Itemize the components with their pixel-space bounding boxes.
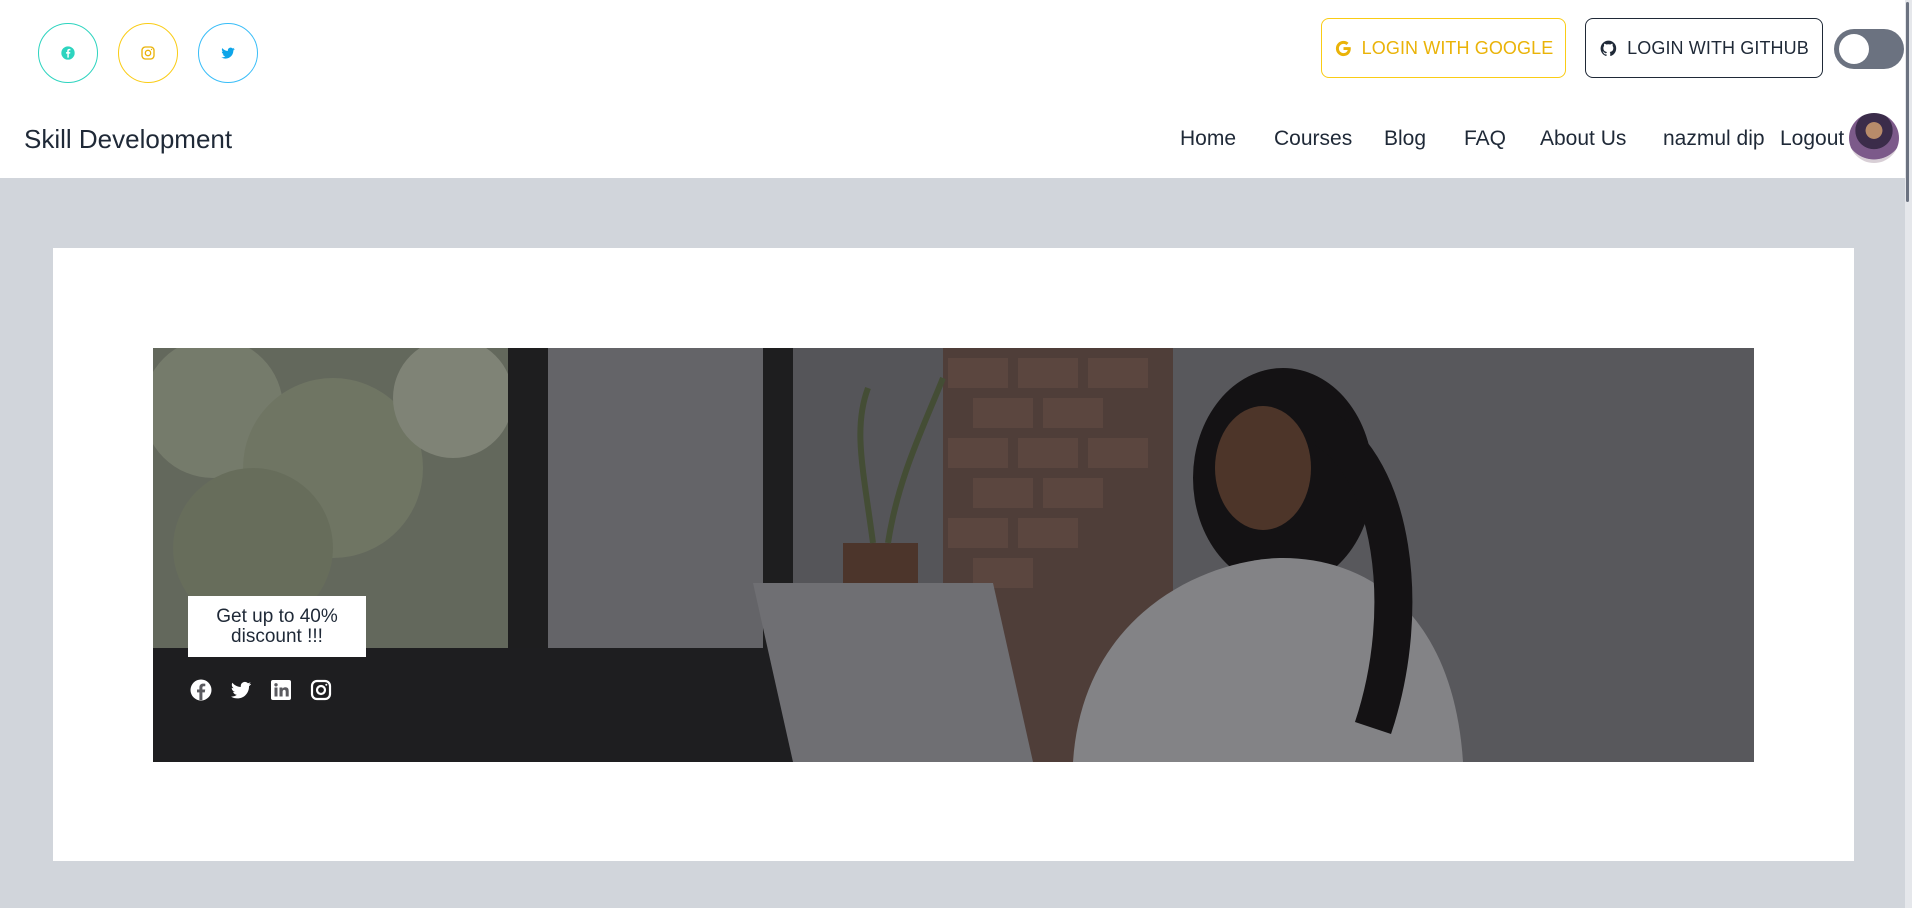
login-google-label: LOGIN WITH GOOGLE bbox=[1361, 37, 1554, 58]
user-name: nazmul dip bbox=[1663, 127, 1765, 150]
hero-banner: Get up to 40% discount !!! bbox=[153, 348, 1754, 762]
discount-badge: Get up to 40% discount !!! bbox=[188, 596, 366, 657]
nav-blog[interactable]: Blog bbox=[1384, 127, 1426, 151]
nav-courses[interactable]: Courses bbox=[1274, 127, 1352, 151]
linkedin-icon bbox=[271, 680, 291, 700]
instagram-icon bbox=[141, 46, 155, 60]
facebook-icon bbox=[190, 679, 212, 701]
nav-faq[interactable]: FAQ bbox=[1464, 127, 1506, 151]
facebook-icon bbox=[61, 46, 75, 60]
avatar[interactable] bbox=[1849, 113, 1899, 163]
banner-instagram-link[interactable] bbox=[309, 678, 333, 702]
site-header: LOGIN WITH GOOGLE LOGIN WITH GITHUB Skil… bbox=[0, 0, 1912, 178]
login-github-button[interactable]: LOGIN WITH GITHUB bbox=[1585, 18, 1823, 78]
nav-about-us[interactable]: About Us bbox=[1540, 127, 1626, 151]
toggle-knob bbox=[1839, 34, 1869, 64]
instagram-icon bbox=[310, 679, 332, 701]
banner-facebook-link[interactable] bbox=[189, 678, 213, 702]
google-icon bbox=[1335, 40, 1351, 56]
hero-banner-image bbox=[153, 348, 1754, 762]
site-brand[interactable]: Skill Development bbox=[24, 124, 232, 155]
twitter-icon bbox=[231, 681, 251, 699]
nav-home[interactable]: Home bbox=[1180, 127, 1236, 151]
logout-link[interactable]: Logout bbox=[1780, 127, 1844, 151]
twitter-link[interactable] bbox=[198, 23, 258, 83]
instagram-link[interactable] bbox=[118, 23, 178, 83]
banner-linkedin-link[interactable] bbox=[269, 678, 293, 702]
scrollbar[interactable] bbox=[1905, 0, 1912, 908]
scrollbar-thumb[interactable] bbox=[1906, 2, 1909, 202]
theme-toggle[interactable] bbox=[1834, 29, 1904, 69]
banner-twitter-link[interactable] bbox=[229, 678, 253, 702]
login-google-button[interactable]: LOGIN WITH GOOGLE bbox=[1321, 18, 1566, 78]
twitter-icon bbox=[221, 47, 235, 59]
banner-social-icons bbox=[189, 678, 333, 702]
login-github-label: LOGIN WITH GITHUB bbox=[1627, 37, 1809, 58]
hero-card: Get up to 40% discount !!! bbox=[53, 248, 1854, 861]
github-icon bbox=[1600, 40, 1617, 56]
facebook-link[interactable] bbox=[38, 23, 98, 83]
